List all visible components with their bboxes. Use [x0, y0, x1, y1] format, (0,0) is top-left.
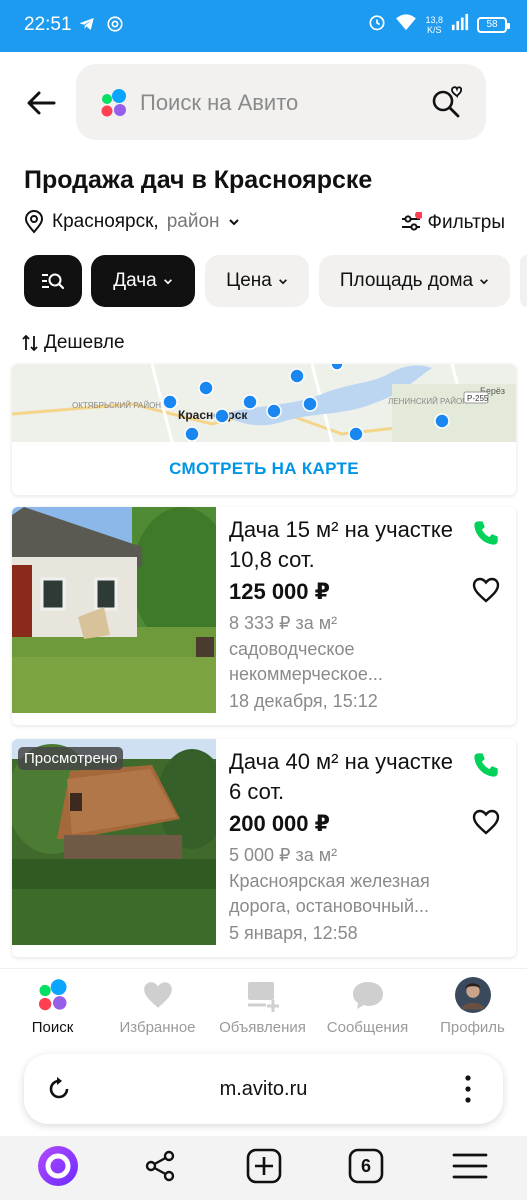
price-chip[interactable]: Цена [205, 255, 309, 307]
tab-label: Объявления [219, 1019, 306, 1036]
back-button[interactable] [24, 88, 58, 118]
avito-logo-icon [101, 89, 126, 117]
map-card: ОКТЯБРЬСКИЙ РАЙОН Красноярск ЛЕНИНСКИЙ Р… [12, 364, 516, 495]
listing-address: садоводческое некоммерческое... [229, 639, 383, 684]
listing-price-per-m: 8 333 ₽ за м² [229, 613, 338, 633]
search-placeholder: Поиск на Авито [140, 90, 299, 115]
listing-photo[interactable] [12, 507, 216, 713]
listing-price-per-m: 5 000 ₽ за м² [229, 845, 338, 865]
chevron-down-icon [163, 278, 172, 284]
alarm-icon [367, 12, 387, 37]
location-pin-icon [24, 210, 44, 234]
listing-card[interactable]: Дача 15 м² на участке 10,8 сот. 125 000 … [12, 507, 516, 725]
tab-count: 6 [360, 1155, 371, 1176]
share-icon [145, 1150, 175, 1182]
tab-messages[interactable]: Сообщения [315, 977, 420, 1036]
tab-label: Сообщения [326, 1019, 409, 1036]
chevron-down-icon [480, 278, 489, 284]
page-title: Продажа дач в Красноярске [24, 166, 373, 194]
map-label: ЛЕНИНСКИЙ РАЙОН [388, 397, 468, 406]
bottom-tab-bar: Поиск Избранное Объявления Сообщения Про… [0, 968, 527, 1042]
chevron-down-icon [228, 219, 239, 226]
browser-address-bar[interactable]: m.avito.ru [24, 1054, 503, 1124]
favorite-heart-icon[interactable] [472, 809, 500, 835]
tab-label: Избранное [119, 1019, 196, 1036]
tab-label: Поиск [31, 1019, 74, 1036]
chip-label: Дача [113, 270, 157, 291]
search-filter-icon [42, 273, 65, 290]
browser-url[interactable]: m.avito.ru [24, 1078, 503, 1101]
new-tab-button[interactable] [242, 1144, 286, 1188]
listing-title[interactable]: Дача 40 м² на участке 6 сот. [229, 747, 459, 807]
alice-button[interactable] [36, 1144, 80, 1188]
filters-icon [401, 212, 422, 231]
listing-price: 125 000 ₽ [229, 579, 330, 604]
filters-label: Фильтры [427, 212, 505, 233]
listing-title[interactable]: Дача 15 м² на участке 10,8 сот. [229, 515, 459, 575]
browser-nav-bar: 6 [0, 1136, 527, 1200]
tab-profile[interactable]: Профиль [420, 977, 525, 1036]
listing-date: 5 января, 12:58 [229, 923, 358, 943]
map-label: Красноярск [178, 408, 248, 422]
tabs-button[interactable]: 6 [344, 1144, 388, 1188]
category-chip-dacha[interactable]: Дача [91, 255, 195, 307]
search-bar[interactable]: Поиск на Авито [76, 64, 486, 140]
sort-button[interactable]: Дешевле [22, 332, 125, 354]
search-heart-icon[interactable] [430, 84, 462, 118]
status-time: 22:51 [24, 14, 72, 35]
battery-icon: 58 [477, 16, 510, 33]
favorite-heart-icon[interactable] [472, 577, 500, 603]
arrow-left-icon [27, 91, 56, 115]
status-bar: 22:51 13,8 K/S 58 [0, 0, 527, 52]
chip-label: Площадь дома [339, 270, 474, 291]
menu-icon [452, 1153, 488, 1179]
phone-icon[interactable] [472, 519, 500, 547]
share-button[interactable] [138, 1144, 182, 1188]
tab-ads[interactable]: Объявления [210, 977, 315, 1036]
tab-search[interactable]: Поиск [0, 977, 105, 1036]
ads-add-icon [247, 982, 279, 1012]
avito-dots-icon [38, 979, 66, 1011]
chip-label: Цена [226, 270, 272, 291]
phone-icon[interactable] [472, 751, 500, 779]
map-label: Р-255 [467, 394, 489, 403]
at-icon [106, 15, 124, 38]
tab-label: Профиль [440, 1019, 505, 1036]
location-area: район [166, 211, 220, 232]
more-chips[interactable] [520, 255, 527, 307]
chevron-down-icon [278, 278, 287, 284]
heart-icon [143, 982, 172, 1008]
avatar-icon [454, 977, 491, 1013]
listing-address: Красноярская железная дорога, остановочн… [229, 871, 430, 916]
menu-button[interactable] [448, 1144, 492, 1188]
listing-date: 18 декабря, 15:12 [229, 691, 378, 711]
alice-icon [38, 1146, 78, 1186]
signal-icon [451, 13, 469, 36]
telegram-icon [78, 15, 96, 38]
network-speed: 13,8 K/S [425, 14, 443, 35]
map-preview[interactable]: ОКТЯБРЬСКИЙ РАЙОН Красноярск ЛЕНИНСКИЙ Р… [12, 364, 516, 442]
search-filter-chip[interactable] [24, 255, 82, 307]
sort-icon [22, 334, 38, 352]
house-area-chip[interactable]: Площадь дома [319, 255, 510, 307]
sort-label: Дешевле [44, 332, 125, 353]
show-on-map-button[interactable]: СМОТРЕТЬ НА КАРТЕ [12, 442, 516, 495]
listing-card[interactable]: Просмотрено Дача 40 м² на участке 6 сот.… [12, 739, 516, 957]
location-city: Красноярск, [52, 211, 159, 232]
location-selector[interactable]: Красноярск, район [24, 210, 240, 234]
viewed-badge: Просмотрено [18, 747, 124, 770]
filters-button[interactable]: Фильтры [400, 212, 505, 234]
wifi-icon [395, 13, 417, 36]
more-vertical-icon[interactable] [465, 1074, 471, 1104]
tab-favorites[interactable]: Избранное [105, 977, 210, 1036]
chat-icon [352, 982, 383, 1009]
map-label: ОКТЯБРЬСКИЙ РАЙОН [72, 401, 161, 410]
new-tab-icon [246, 1148, 282, 1184]
listing-price: 200 000 ₽ [229, 811, 330, 836]
